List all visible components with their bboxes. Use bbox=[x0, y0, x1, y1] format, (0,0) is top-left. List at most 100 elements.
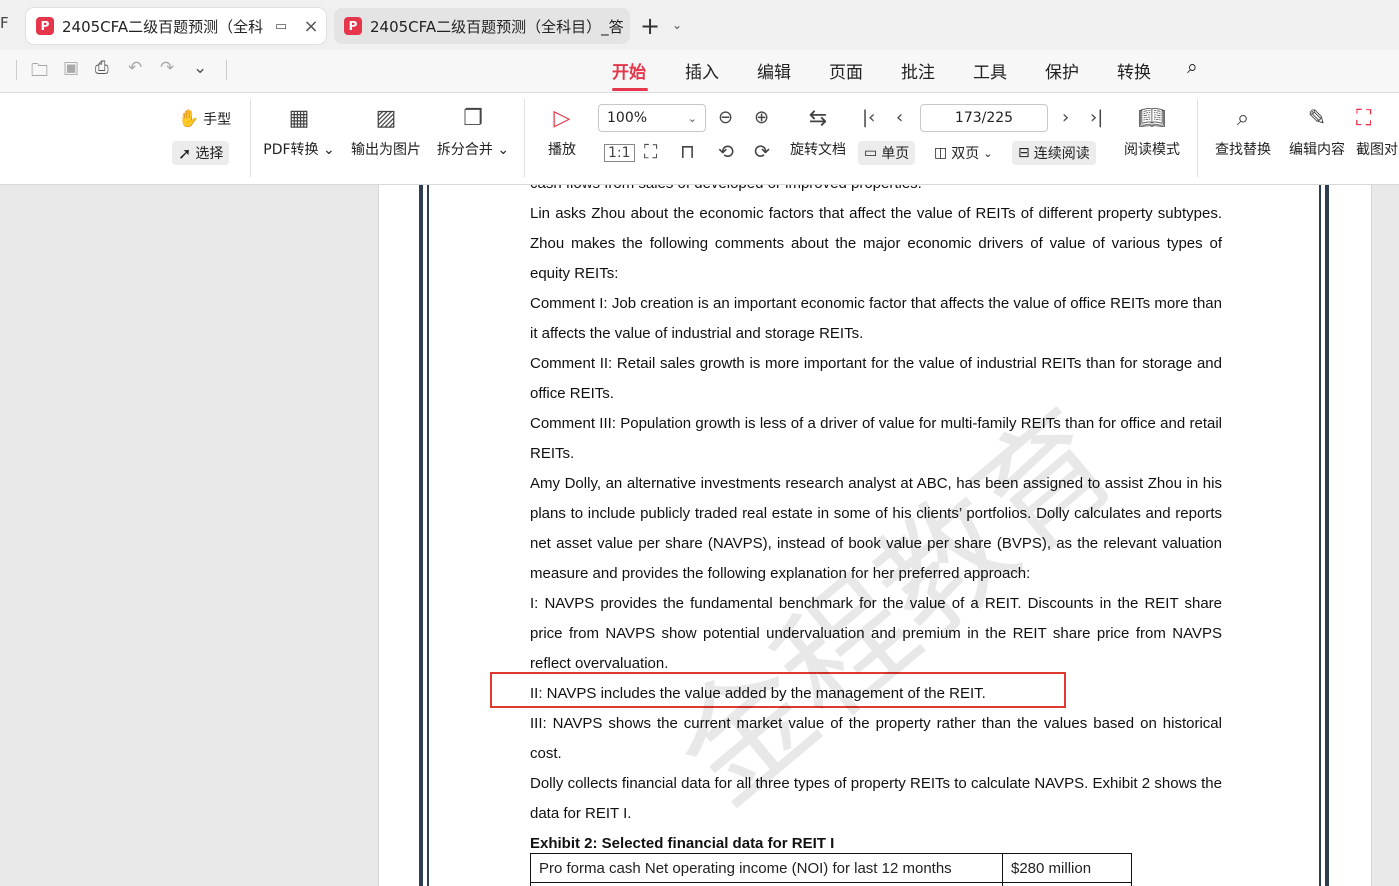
double-page-label: 双页 bbox=[951, 146, 980, 162]
search-icon[interactable]: ⌕ bbox=[1187, 56, 1198, 78]
paragraph: III: NAVPS shows the current market valu… bbox=[530, 715, 1222, 762]
rotate-document-button[interactable]: ⇆ 旋转文档 bbox=[786, 105, 850, 159]
zoom-value: 100% bbox=[607, 110, 648, 126]
menu-convert[interactable]: 转换 bbox=[1117, 58, 1151, 83]
undo-icon[interactable]: ↶ bbox=[128, 58, 142, 78]
actual-size-icon[interactable]: 1:1 bbox=[604, 144, 635, 162]
reading-mode-button[interactable]: 📖︎ 阅读模式 bbox=[1118, 105, 1186, 159]
find-replace-label: 查找替换 bbox=[1215, 142, 1271, 158]
find-replace-button[interactable]: ⌕ 查找替换 bbox=[1208, 105, 1278, 159]
reading-mode-label: 阅读模式 bbox=[1124, 142, 1180, 158]
print-icon[interactable]: ⎙ bbox=[95, 58, 109, 78]
single-page-label: 单页 bbox=[881, 146, 910, 162]
paragraph: Dolly collects financial data for all th… bbox=[530, 775, 1222, 822]
zoom-select[interactable]: 100% ⌄ bbox=[598, 104, 706, 132]
new-tab-plus-icon[interactable]: + bbox=[640, 12, 660, 40]
save-icon[interactable]: ▣ bbox=[63, 58, 79, 78]
menu-insert[interactable]: 插入 bbox=[685, 58, 719, 83]
close-tab-icon[interactable]: × bbox=[296, 16, 326, 37]
screenshot-button[interactable]: ⛶ 截图对 bbox=[1356, 105, 1399, 159]
table-row bbox=[530, 882, 1132, 886]
menu-annotate[interactable]: 批注 bbox=[901, 58, 935, 83]
menu-protect[interactable]: 保护 bbox=[1045, 58, 1079, 83]
divider bbox=[524, 99, 525, 177]
table-row: Pro forma cash Net operating income (NOI… bbox=[530, 853, 1132, 883]
tab-document-1[interactable]: P 2405CFA二级百题预测（全科 ▭ × bbox=[26, 8, 326, 44]
menu-start[interactable]: 开始 bbox=[612, 58, 646, 83]
divider bbox=[250, 99, 251, 177]
first-page-icon[interactable]: |‹ bbox=[862, 107, 875, 128]
pdf-convert-button[interactable]: ▦ PDF转换 ⌄ bbox=[262, 105, 336, 159]
last-page-icon[interactable]: ›| bbox=[1090, 107, 1103, 128]
book-icon: 📖︎ bbox=[1138, 106, 1166, 131]
paragraph: Comment II: Retail sales growth is more … bbox=[530, 355, 1222, 402]
search-icon: ⌕ bbox=[1236, 106, 1250, 131]
play-icon: ▷ bbox=[553, 106, 571, 131]
play-button[interactable]: ▷ 播放 bbox=[540, 105, 584, 159]
export-image-button[interactable]: ▨ 输出为图片 bbox=[346, 105, 426, 159]
fit-width-icon[interactable]: ⊓ bbox=[680, 141, 695, 163]
hand-tool-label: 手型 bbox=[203, 112, 232, 128]
monitor-icon[interactable]: ▭ bbox=[266, 19, 296, 34]
rotate-right-icon[interactable]: ⟳ bbox=[754, 141, 770, 163]
edit-content-label: 编辑内容 bbox=[1289, 142, 1345, 158]
table-cell: $280 million bbox=[1002, 853, 1132, 883]
active-menu-indicator bbox=[612, 88, 648, 91]
split-merge-icon: ❐ bbox=[463, 106, 483, 131]
ribbon-toolbar: ✋ 手型 ➚ 选择 ▦ PDF转换 ⌄ ▨ 输出为图片 ❐ 拆分合并 ⌄ ▷ 播… bbox=[0, 93, 1399, 185]
chevron-down-icon: ⌄ bbox=[687, 111, 697, 125]
menu-tools[interactable]: 工具 bbox=[973, 58, 1007, 83]
fit-page-icon[interactable]: ⛶ bbox=[644, 141, 657, 163]
page-number-input[interactable]: 173/225 bbox=[920, 104, 1048, 132]
menu-edit[interactable]: 编辑 bbox=[757, 58, 791, 83]
select-tool-button[interactable]: ➚ 选择 bbox=[172, 141, 230, 165]
edit-content-button[interactable]: ✎ 编辑内容 bbox=[1284, 105, 1350, 159]
split-merge-button[interactable]: ❐ 拆分合并 ⌄ bbox=[434, 105, 512, 159]
rotate-document-icon: ⇆ bbox=[808, 106, 828, 131]
next-page-icon[interactable]: › bbox=[1062, 107, 1069, 128]
zoom-in-icon[interactable]: ⊕ bbox=[754, 107, 769, 128]
divider bbox=[226, 60, 227, 80]
hand-tool-button[interactable]: ✋ 手型 bbox=[172, 107, 237, 131]
menu-page[interactable]: 页面 bbox=[829, 58, 863, 83]
page-border bbox=[1325, 185, 1329, 886]
table-cell: Pro forma cash Net operating income (NOI… bbox=[530, 853, 1003, 883]
pdf-page[interactable]: cash flows from sales of developed or im… bbox=[378, 185, 1372, 886]
select-tool-label: 选择 bbox=[195, 146, 224, 162]
chevron-down-icon[interactable]: ⌄ bbox=[193, 58, 207, 78]
paragraph: Comment III: Population growth is less o… bbox=[530, 415, 1222, 462]
paragraph: Lin asks Zhou about the economic factors… bbox=[530, 205, 1222, 282]
play-label: 播放 bbox=[548, 142, 576, 158]
tab-edge-fragment[interactable]: F bbox=[0, 14, 9, 32]
pdf-convert-label: PDF转换 bbox=[263, 142, 319, 158]
rotate-document-label: 旋转文档 bbox=[790, 142, 846, 158]
paragraph: Comment I: Job creation is an important … bbox=[530, 295, 1222, 342]
single-page-icon: ▭ bbox=[864, 145, 878, 161]
double-page-button[interactable]: ◫ 双页 ⌄ bbox=[928, 141, 998, 165]
export-image-label: 输出为图片 bbox=[351, 142, 421, 158]
zoom-out-icon[interactable]: ⊖ bbox=[718, 107, 733, 128]
tab-label: 2405CFA二级百题预测（全科目）_答 bbox=[370, 17, 624, 36]
image-export-icon: ▨ bbox=[375, 106, 397, 131]
redo-icon[interactable]: ↷ bbox=[160, 58, 174, 78]
rotate-left-icon[interactable]: ⟲ bbox=[718, 141, 734, 163]
pdf-app-icon: P bbox=[344, 17, 362, 35]
table-cell bbox=[530, 882, 1003, 886]
single-page-button[interactable]: ▭ 单页 bbox=[858, 141, 916, 165]
pdf-app-icon: P bbox=[36, 17, 54, 35]
menu-bar: 🗀 ▣ ⎙ ↶ ↷ ⌄ 开始 插入 编辑 页面 批注 工具 保护 转换 ⌕ bbox=[0, 50, 1399, 93]
chevron-down-icon[interactable]: ⌄ bbox=[672, 18, 682, 32]
page-border bbox=[427, 185, 429, 886]
open-folder-icon[interactable]: 🗀 bbox=[31, 58, 48, 87]
page-border bbox=[419, 185, 423, 886]
continuous-reading-button[interactable]: ⊟ 连续阅读 bbox=[1012, 141, 1096, 165]
table-cell bbox=[1002, 882, 1132, 886]
tab-document-2[interactable]: P 2405CFA二级百题预测（全科目）_答 bbox=[334, 8, 630, 44]
page-number-value: 173/225 bbox=[954, 110, 1014, 126]
continuous-reading-label: 连续阅读 bbox=[1033, 146, 1090, 162]
paragraph: Amy Dolly, an alternative investments re… bbox=[530, 475, 1222, 582]
paragraph: I: NAVPS provides the fundamental benchm… bbox=[530, 595, 1222, 672]
chevron-down-icon: ⌄ bbox=[983, 146, 993, 160]
prev-page-icon[interactable]: ‹ bbox=[896, 107, 903, 128]
cursor-icon: ➚ bbox=[178, 143, 192, 163]
